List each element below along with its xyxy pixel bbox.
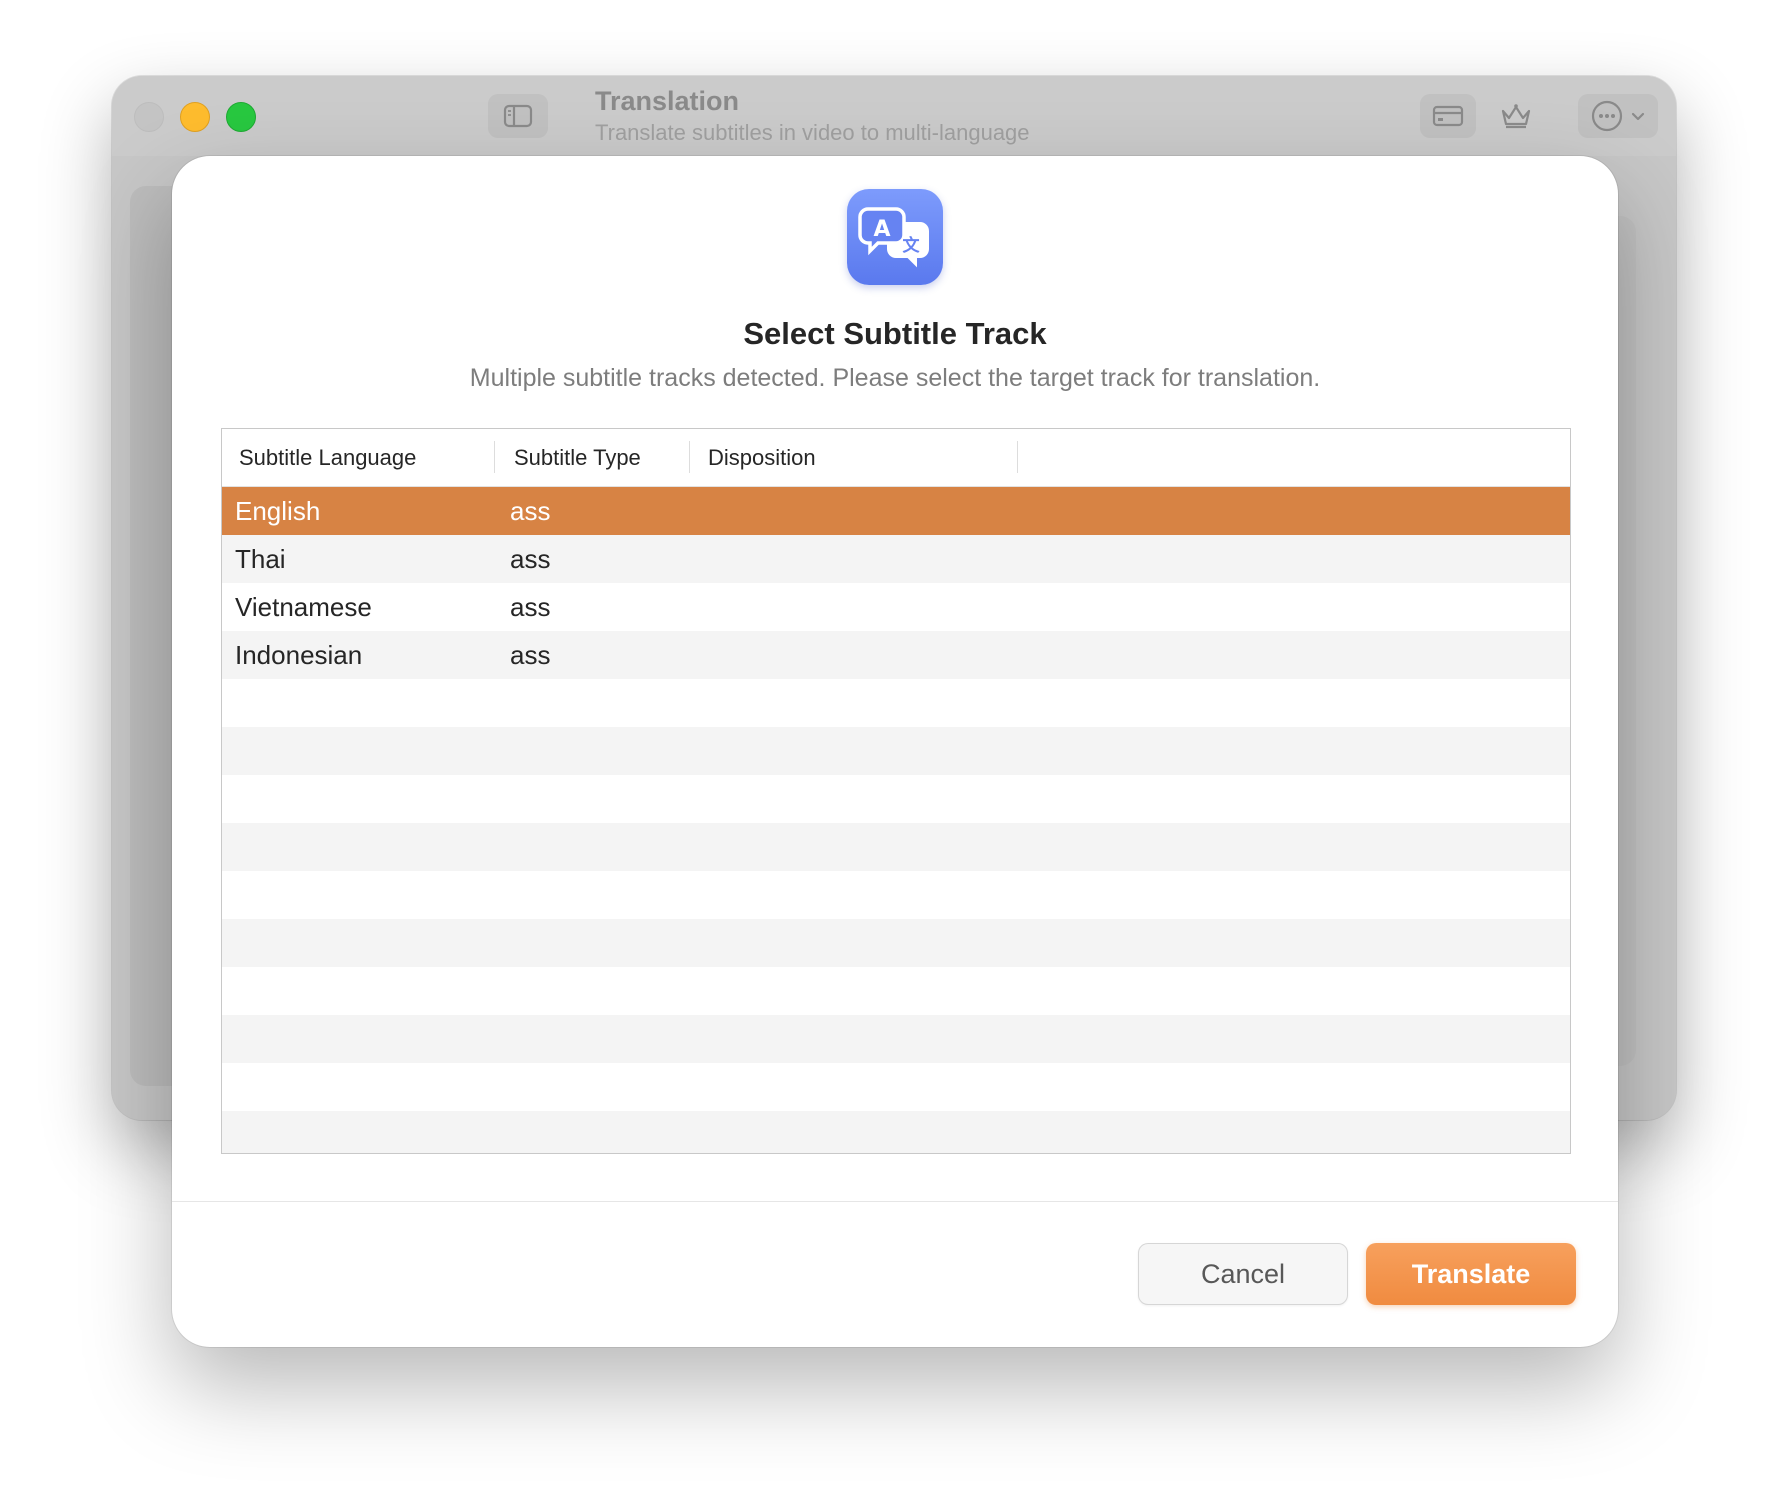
maximize-window-button[interactable] [226,102,256,132]
empty-row [222,871,1570,919]
empty-row [222,679,1570,727]
cell-type: ass [510,592,551,622]
window-title: Translation [595,86,740,116]
translate-icon: A 文 [847,189,943,285]
empty-row [222,967,1570,1015]
column-divider[interactable] [494,441,495,473]
column-header-type[interactable]: Subtitle Type [514,429,641,486]
close-window-button[interactable] [134,102,164,132]
table-row[interactable]: Vietnamese ass [222,583,1570,631]
column-divider[interactable] [1017,441,1018,473]
translate-button[interactable]: Translate [1366,1243,1576,1305]
table-row[interactable]: Thai ass [222,535,1570,583]
cell-language: Vietnamese [235,592,372,622]
select-track-dialog: A 文 Select Subtitle Track Multiple subti… [172,156,1618,1347]
cell-type: ass [510,640,551,670]
card-icon [1432,105,1464,127]
empty-row [222,775,1570,823]
cell-type: ass [510,496,551,526]
empty-row [222,919,1570,967]
cell-type: ass [510,544,551,574]
cell-language: Thai [235,544,286,574]
empty-row [222,823,1570,871]
window-subtitle: Translate subtitles in video to multi-la… [595,120,1030,145]
crown-icon [1501,104,1531,129]
empty-row [222,1111,1570,1153]
chevron-down-icon [1631,112,1645,121]
empty-row [222,1063,1570,1111]
empty-row [222,1015,1570,1063]
table-row[interactable]: Indonesian ass [222,631,1570,679]
premium-button[interactable] [1488,94,1544,138]
column-header-language[interactable]: Subtitle Language [239,429,416,486]
titlebar: Translation Translate subtitles in video… [112,76,1676,157]
more-menu-button[interactable] [1578,94,1658,138]
cancel-button[interactable]: Cancel [1138,1243,1348,1305]
sidebar-toggle-button[interactable] [488,94,548,138]
cell-language: Indonesian [235,640,363,670]
table-row[interactable]: English ass [222,487,1570,535]
card-button[interactable] [1420,94,1476,138]
subtitle-track-table: Subtitle Language Subtitle Type Disposit… [221,428,1571,1154]
svg-text:A: A [873,217,890,242]
footer-divider [172,1201,1618,1202]
dialog-subtitle: Multiple subtitle tracks detected. Pleas… [469,364,1321,392]
table-header: Subtitle Language Subtitle Type Disposit… [222,429,1570,487]
svg-text:文: 文 [903,235,921,256]
minimize-window-button[interactable] [180,102,210,132]
empty-row [222,727,1570,775]
dialog-title: Select Subtitle Track [743,316,1047,351]
sidebar-toggle-icon [503,104,533,128]
more-icon [1591,100,1623,132]
column-header-disposition[interactable]: Disposition [708,429,816,486]
column-divider[interactable] [689,441,690,473]
table-body: English ass Thai ass Vietnamese ass Indo… [222,487,1570,1153]
cell-language: English [235,496,321,526]
